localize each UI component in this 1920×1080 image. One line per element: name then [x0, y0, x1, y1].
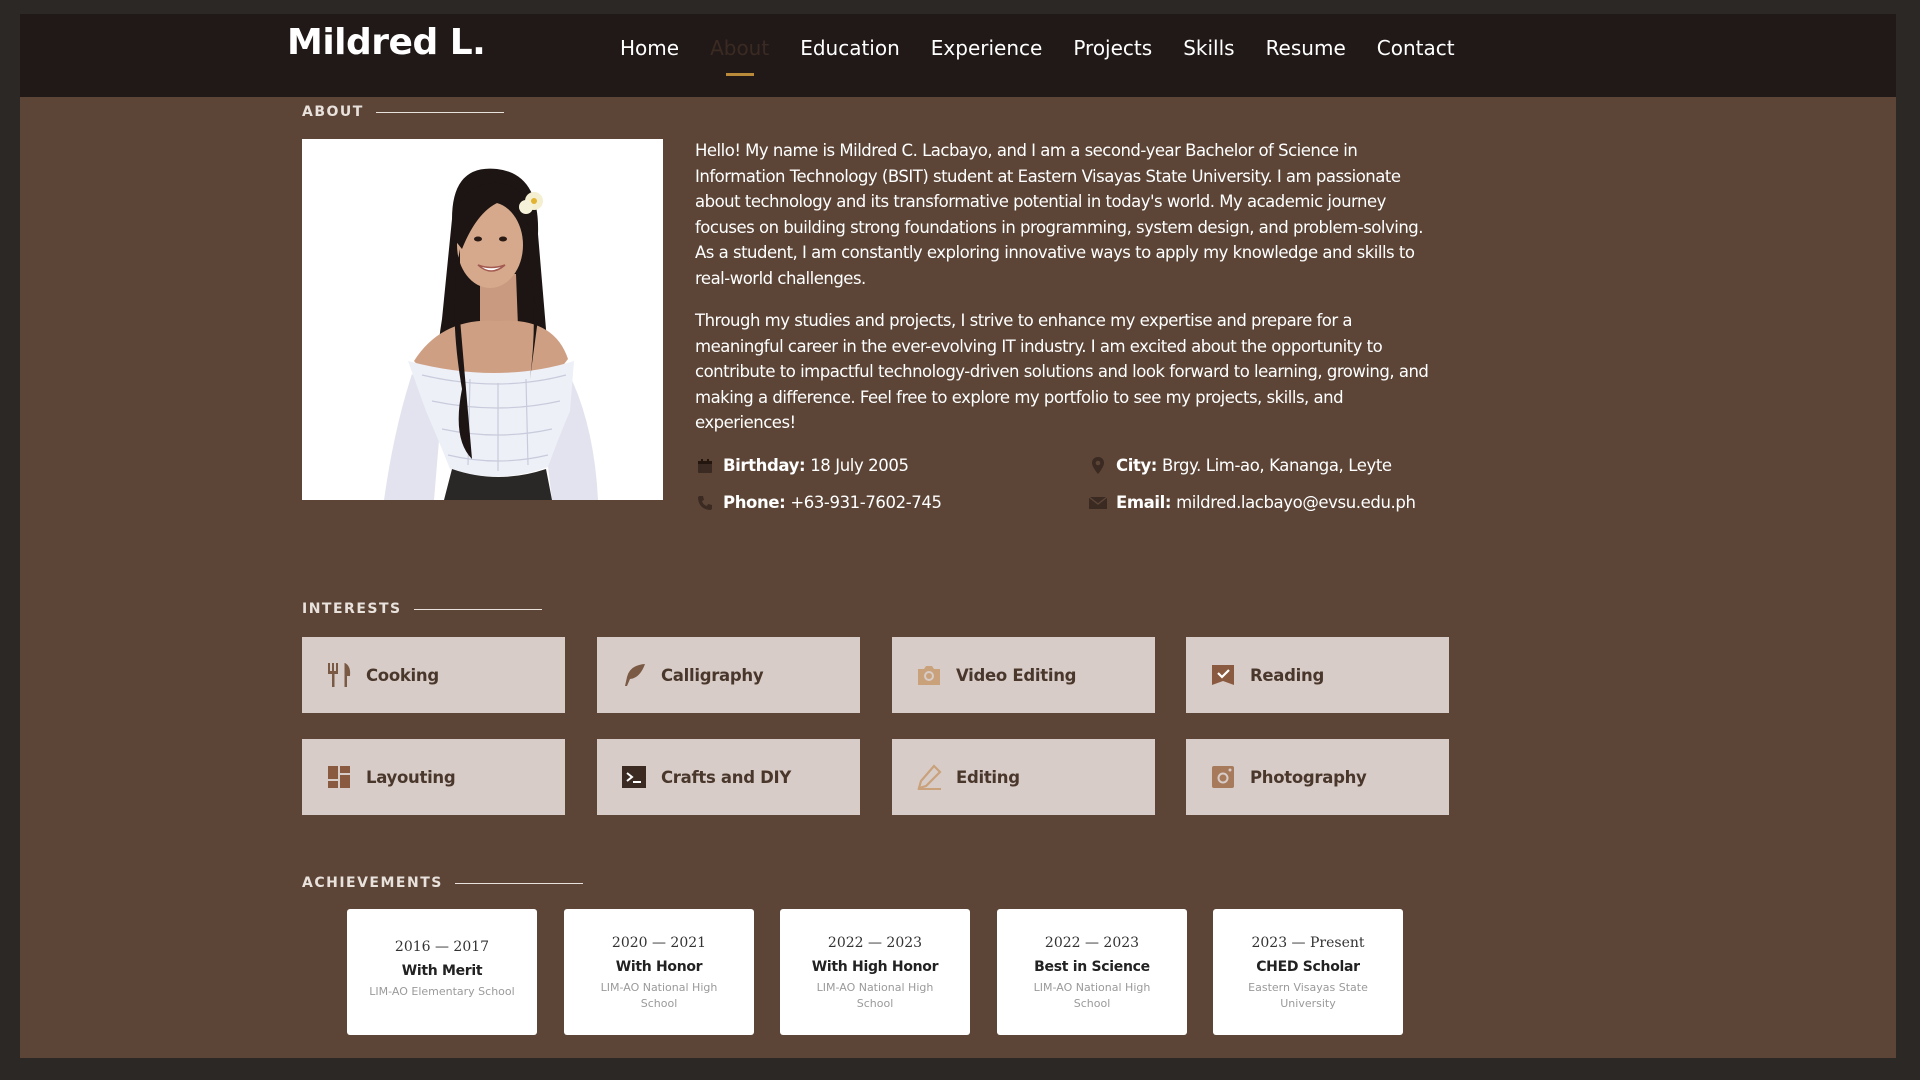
birthday-value: 18 July 2005 — [810, 456, 909, 475]
calendar-icon — [696, 457, 714, 475]
achievement-card: 2020 — 2021 With Honor LIM-AO National H… — [564, 909, 754, 1035]
phone-info: Phone: +63-931-7602-745 — [696, 493, 942, 512]
bookmark-check-icon — [1208, 660, 1238, 690]
achievement-years: 2023 — Present — [1251, 935, 1365, 951]
achievements-heading-label: ACHIEVEMENTS — [302, 875, 443, 891]
interest-card-reading[interactable]: Reading — [1186, 637, 1449, 713]
interest-label: Reading — [1250, 665, 1324, 685]
nav-resume[interactable]: Resume — [1266, 36, 1346, 60]
camera-icon — [914, 660, 944, 690]
achievement-years: 2022 — 2023 — [827, 935, 923, 951]
phone-icon — [696, 494, 714, 512]
nav-skills[interactable]: Skills — [1183, 36, 1234, 60]
about-heading-label: ABOUT — [302, 104, 364, 120]
interest-label: Editing — [956, 767, 1020, 787]
nav-projects[interactable]: Projects — [1073, 36, 1152, 60]
instagram-icon — [1208, 762, 1238, 792]
achievement-school: Eastern Visayas State University — [1248, 981, 1368, 1010]
about-heading: ABOUT — [302, 104, 504, 120]
map-pin-icon — [1089, 456, 1107, 475]
achievement-title: With High Honor — [811, 959, 939, 975]
interest-label: Video Editing — [956, 665, 1077, 685]
about-description: Hello! My name is Mildred C. Lacbayo, an… — [695, 138, 1440, 453]
achievements-heading: ACHIEVEMENTS — [302, 875, 583, 891]
achievement-title: With Honor — [615, 959, 703, 975]
interest-card-photography[interactable]: Photography — [1186, 739, 1449, 815]
phone-value[interactable]: +63-931-7602-745 — [790, 493, 942, 512]
interest-label: Photography — [1250, 767, 1367, 787]
nav-experience[interactable]: Experience — [931, 36, 1043, 60]
achievement-years: 2016 — 2017 — [394, 939, 490, 955]
envelope-icon — [1089, 494, 1107, 512]
divider — [454, 882, 583, 884]
interest-label: Calligraphy — [661, 665, 764, 685]
divider — [413, 608, 542, 610]
achievement-card: 2023 — Present CHED Scholar Eastern Visa… — [1213, 909, 1403, 1035]
dashboard-icon — [324, 762, 354, 792]
achievement-title: With Merit — [401, 963, 483, 979]
page-frame: Mildred L. Home About Education Experien… — [20, 14, 1896, 1058]
email-label: Email: — [1116, 493, 1172, 512]
achievement-school: LIM-AO National High School — [600, 981, 718, 1010]
phone-label: Phone: — [723, 493, 786, 512]
main-nav: Home About Education Experience Projects… — [620, 36, 1486, 76]
divider — [375, 111, 504, 113]
birthday-info: Birthday: 18 July 2005 — [696, 456, 909, 475]
city-info: City: Brgy. Lim-ao, Kananga, Leyte — [1089, 456, 1392, 475]
terminal-icon — [619, 762, 649, 792]
interest-label: Crafts and DIY — [661, 767, 792, 787]
achievement-card: 2016 — 2017 With Merit LIM-AO Elementary… — [347, 909, 537, 1035]
email-info: Email: mildred.lacbayo@evsu.edu.ph — [1089, 493, 1416, 512]
interest-card-cooking[interactable]: Cooking — [302, 637, 565, 713]
interest-card-video-editing[interactable]: Video Editing — [892, 637, 1155, 713]
utensils-icon — [324, 660, 354, 690]
nav-home[interactable]: Home — [620, 36, 679, 60]
achievement-school: LIM-AO National High School — [1033, 981, 1151, 1010]
achievement-title: CHED Scholar — [1256, 959, 1360, 975]
achievement-title: Best in Science — [1034, 959, 1150, 975]
profile-photo — [302, 139, 663, 500]
interest-label: Cooking — [366, 665, 439, 685]
top-navbar: Mildred L. Home About Education Experien… — [20, 14, 1896, 97]
email-value[interactable]: mildred.lacbayo@evsu.edu.ph — [1176, 493, 1416, 512]
achievement-card: 2022 — 2023 Best in Science LIM-AO Natio… — [997, 909, 1187, 1035]
about-paragraph: Through my studies and projects, I striv… — [695, 311, 1429, 432]
achievement-years: 2022 — 2023 — [1044, 935, 1140, 951]
interest-card-layouting[interactable]: Layouting — [302, 739, 565, 815]
achievement-school: LIM-AO National High School — [816, 981, 934, 1010]
nav-about[interactable]: About — [710, 36, 769, 76]
interest-label: Layouting — [366, 767, 456, 787]
achievement-years: 2020 — 2021 — [611, 935, 707, 951]
feather-icon — [619, 660, 649, 690]
interests-heading-label: INTERESTS — [302, 601, 402, 617]
about-paragraph: Hello! My name is Mildred C. Lacbayo, an… — [695, 141, 1424, 288]
interest-card-crafts[interactable]: Crafts and DIY — [597, 739, 860, 815]
interest-card-editing[interactable]: Editing — [892, 739, 1155, 815]
birthday-label: Birthday: — [723, 456, 806, 475]
achievement-card: 2022 — 2023 With High Honor LIM-AO Natio… — [780, 909, 970, 1035]
nav-contact[interactable]: Contact — [1377, 36, 1455, 60]
pencil-icon — [914, 762, 944, 792]
interests-heading: INTERESTS — [302, 601, 542, 617]
city-value: Brgy. Lim-ao, Kananga, Leyte — [1162, 456, 1392, 475]
site-logo[interactable]: Mildred L. — [287, 22, 486, 63]
city-label: City: — [1116, 456, 1158, 475]
nav-education[interactable]: Education — [800, 36, 900, 60]
achievement-school: LIM-AO Elementary School — [369, 985, 515, 998]
interest-card-calligraphy[interactable]: Calligraphy — [597, 637, 860, 713]
